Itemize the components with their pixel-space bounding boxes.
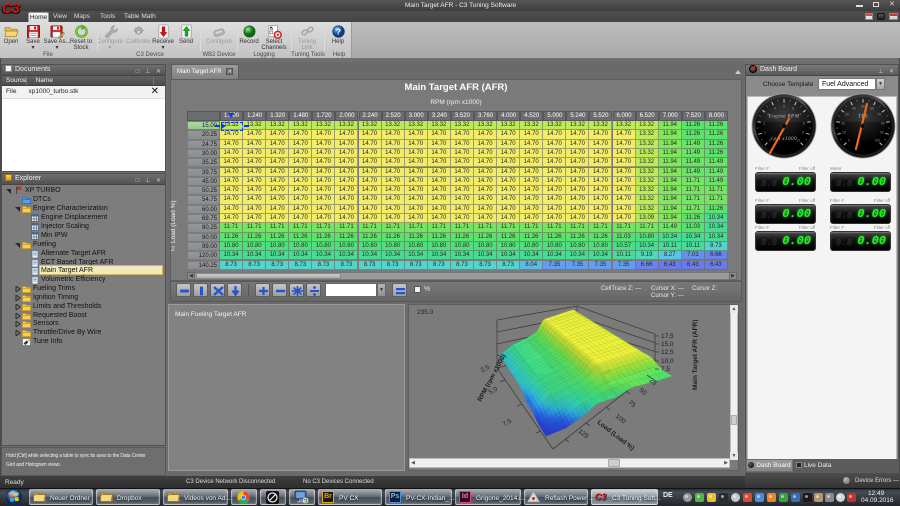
- svg-text:0: 0: [848, 139, 850, 143]
- svg-text:1: 1: [764, 131, 766, 135]
- svg-text:9: 9: [802, 131, 804, 135]
- svg-text:100: 100: [874, 139, 880, 143]
- svg-text:Engine RPM: Engine RPM: [768, 114, 800, 120]
- svg-text:90: 90: [880, 131, 884, 135]
- svg-text:10: 10: [842, 131, 846, 135]
- svg-text:rpm x1000: rpm x1000: [771, 136, 797, 142]
